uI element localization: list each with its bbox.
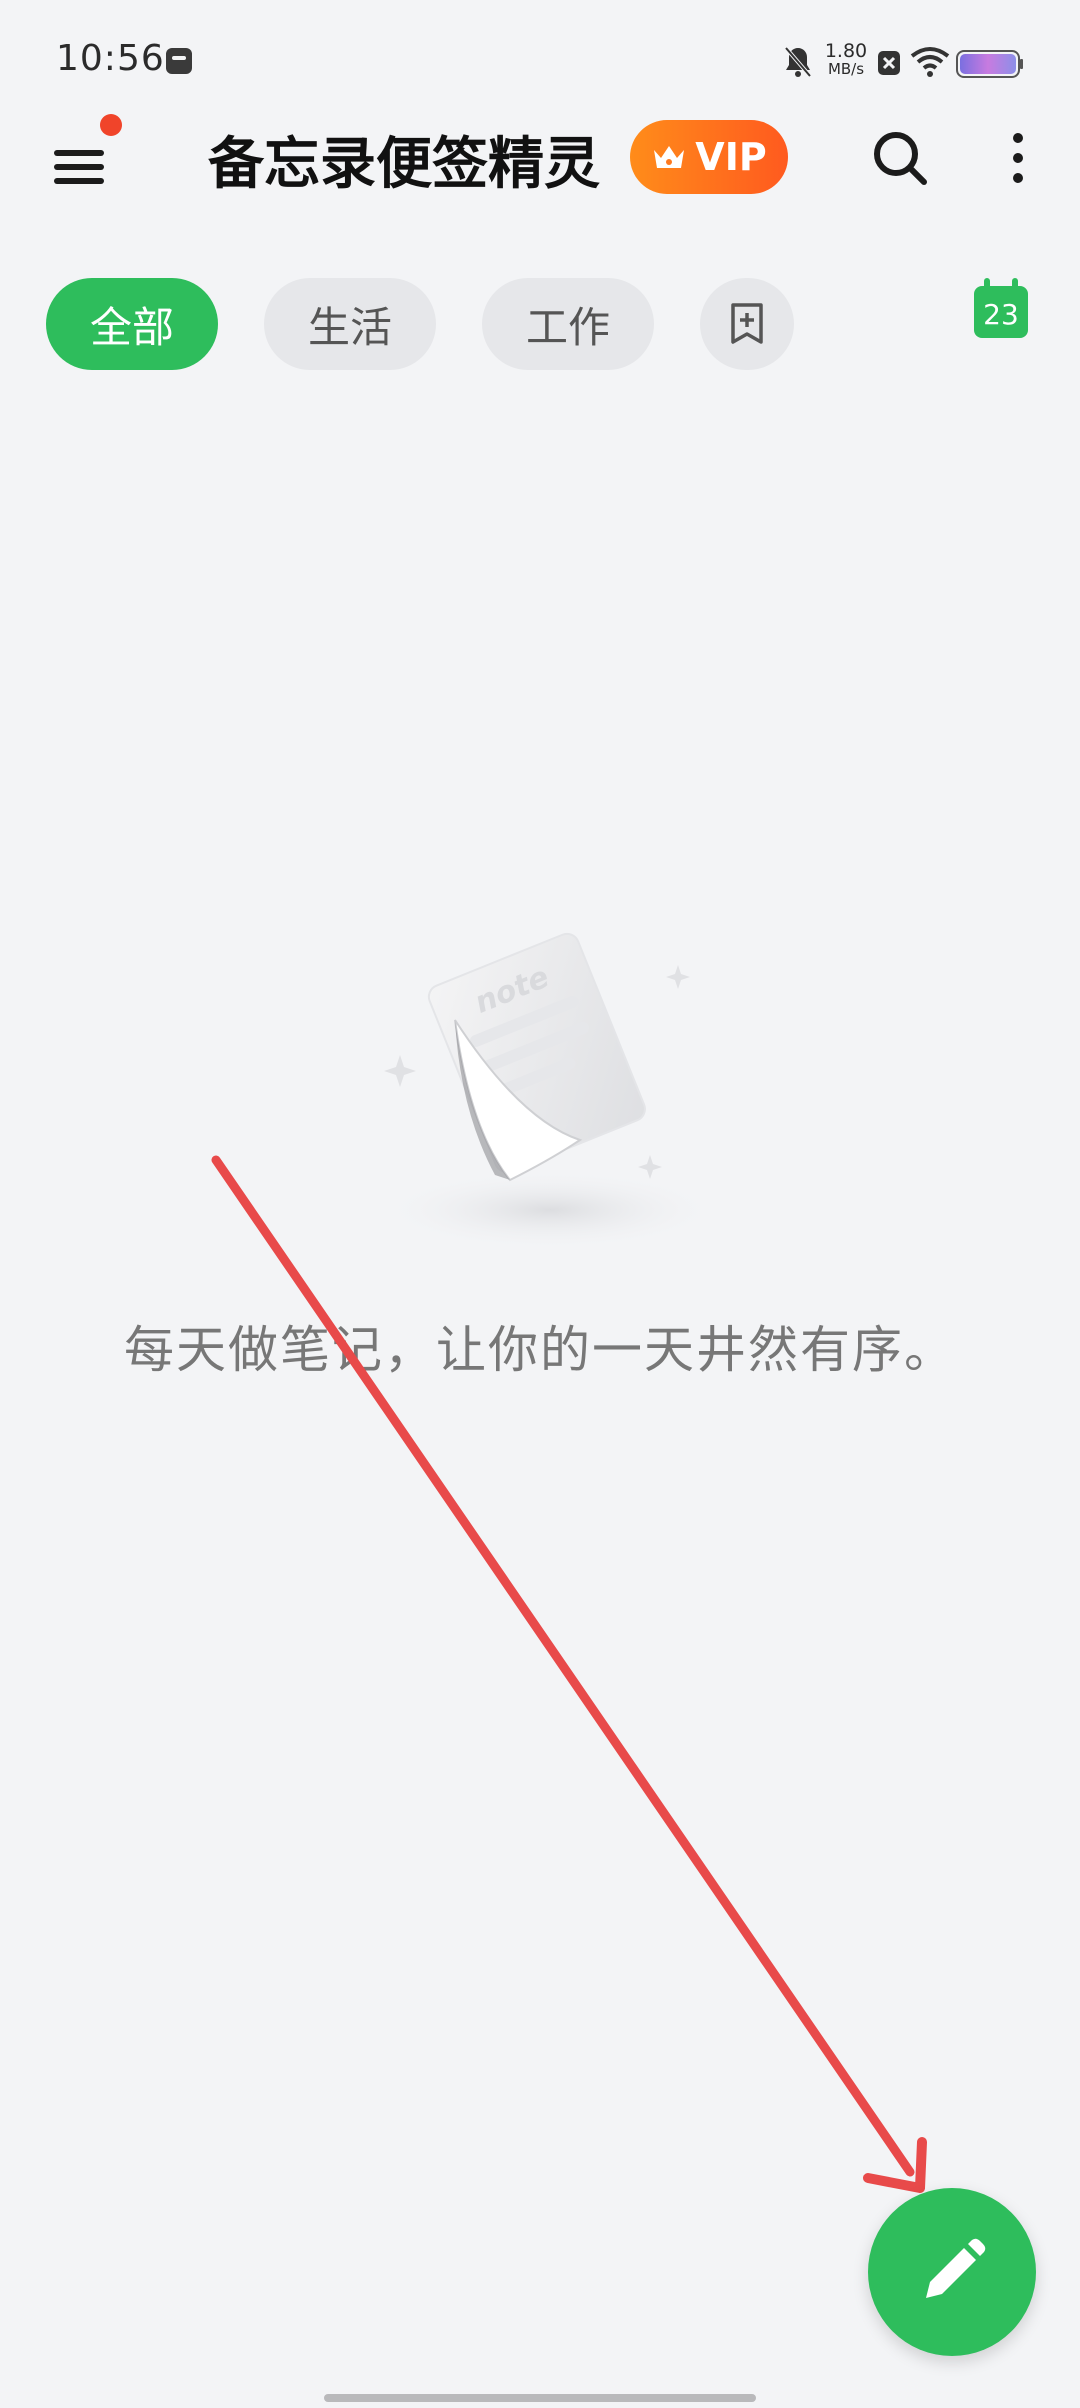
new-note-button[interactable]: [868, 2188, 1036, 2356]
calendar-day: 23: [983, 298, 1019, 331]
wifi-icon: [910, 47, 950, 77]
tab-work[interactable]: 工作: [482, 278, 654, 370]
net-speed-value: 1.80: [824, 40, 868, 62]
status-time: 10:56: [56, 38, 165, 79]
empty-note-illustration: note: [380, 932, 720, 1250]
vip-button[interactable]: VIP: [630, 120, 788, 194]
screen: 10:56 1.80 MB/s 备忘录便签精灵 VIP 全部 生活 工作 23 …: [0, 0, 1080, 2408]
category-tabs: 全部 生活 工作 23: [0, 278, 1080, 372]
menu-notification-dot: [100, 114, 122, 136]
net-speed: 1.80 MB/s: [822, 40, 870, 79]
pencil-icon: [926, 2238, 986, 2298]
status-bar: 10:56 1.80 MB/s: [0, 0, 1080, 120]
empty-state-message: 每天做笔记，让你的一天井然有序。: [124, 1321, 956, 1379]
vip-label: VIP: [695, 135, 767, 179]
x-badge-icon: [878, 51, 900, 75]
crown-icon: [654, 146, 685, 168]
search-icon[interactable]: [870, 128, 930, 188]
more-vert-icon[interactable]: [1000, 128, 1036, 188]
app-header: 备忘录便签精灵 VIP: [0, 110, 1080, 240]
calendar-button[interactable]: 23: [972, 278, 1030, 340]
menu-icon[interactable]: [48, 132, 112, 196]
battery-icon: [956, 50, 1023, 78]
notification-icon: [166, 48, 192, 74]
bookmark-add-icon: [731, 303, 763, 344]
add-category-button[interactable]: [700, 278, 794, 370]
tab-all[interactable]: 全部: [46, 278, 218, 370]
app-title: 备忘录便签精灵: [208, 132, 600, 197]
home-indicator[interactable]: [324, 2394, 756, 2402]
bell-off-icon: [784, 46, 812, 78]
tab-life[interactable]: 生活: [264, 278, 436, 370]
net-speed-unit: MB/s: [827, 60, 865, 78]
